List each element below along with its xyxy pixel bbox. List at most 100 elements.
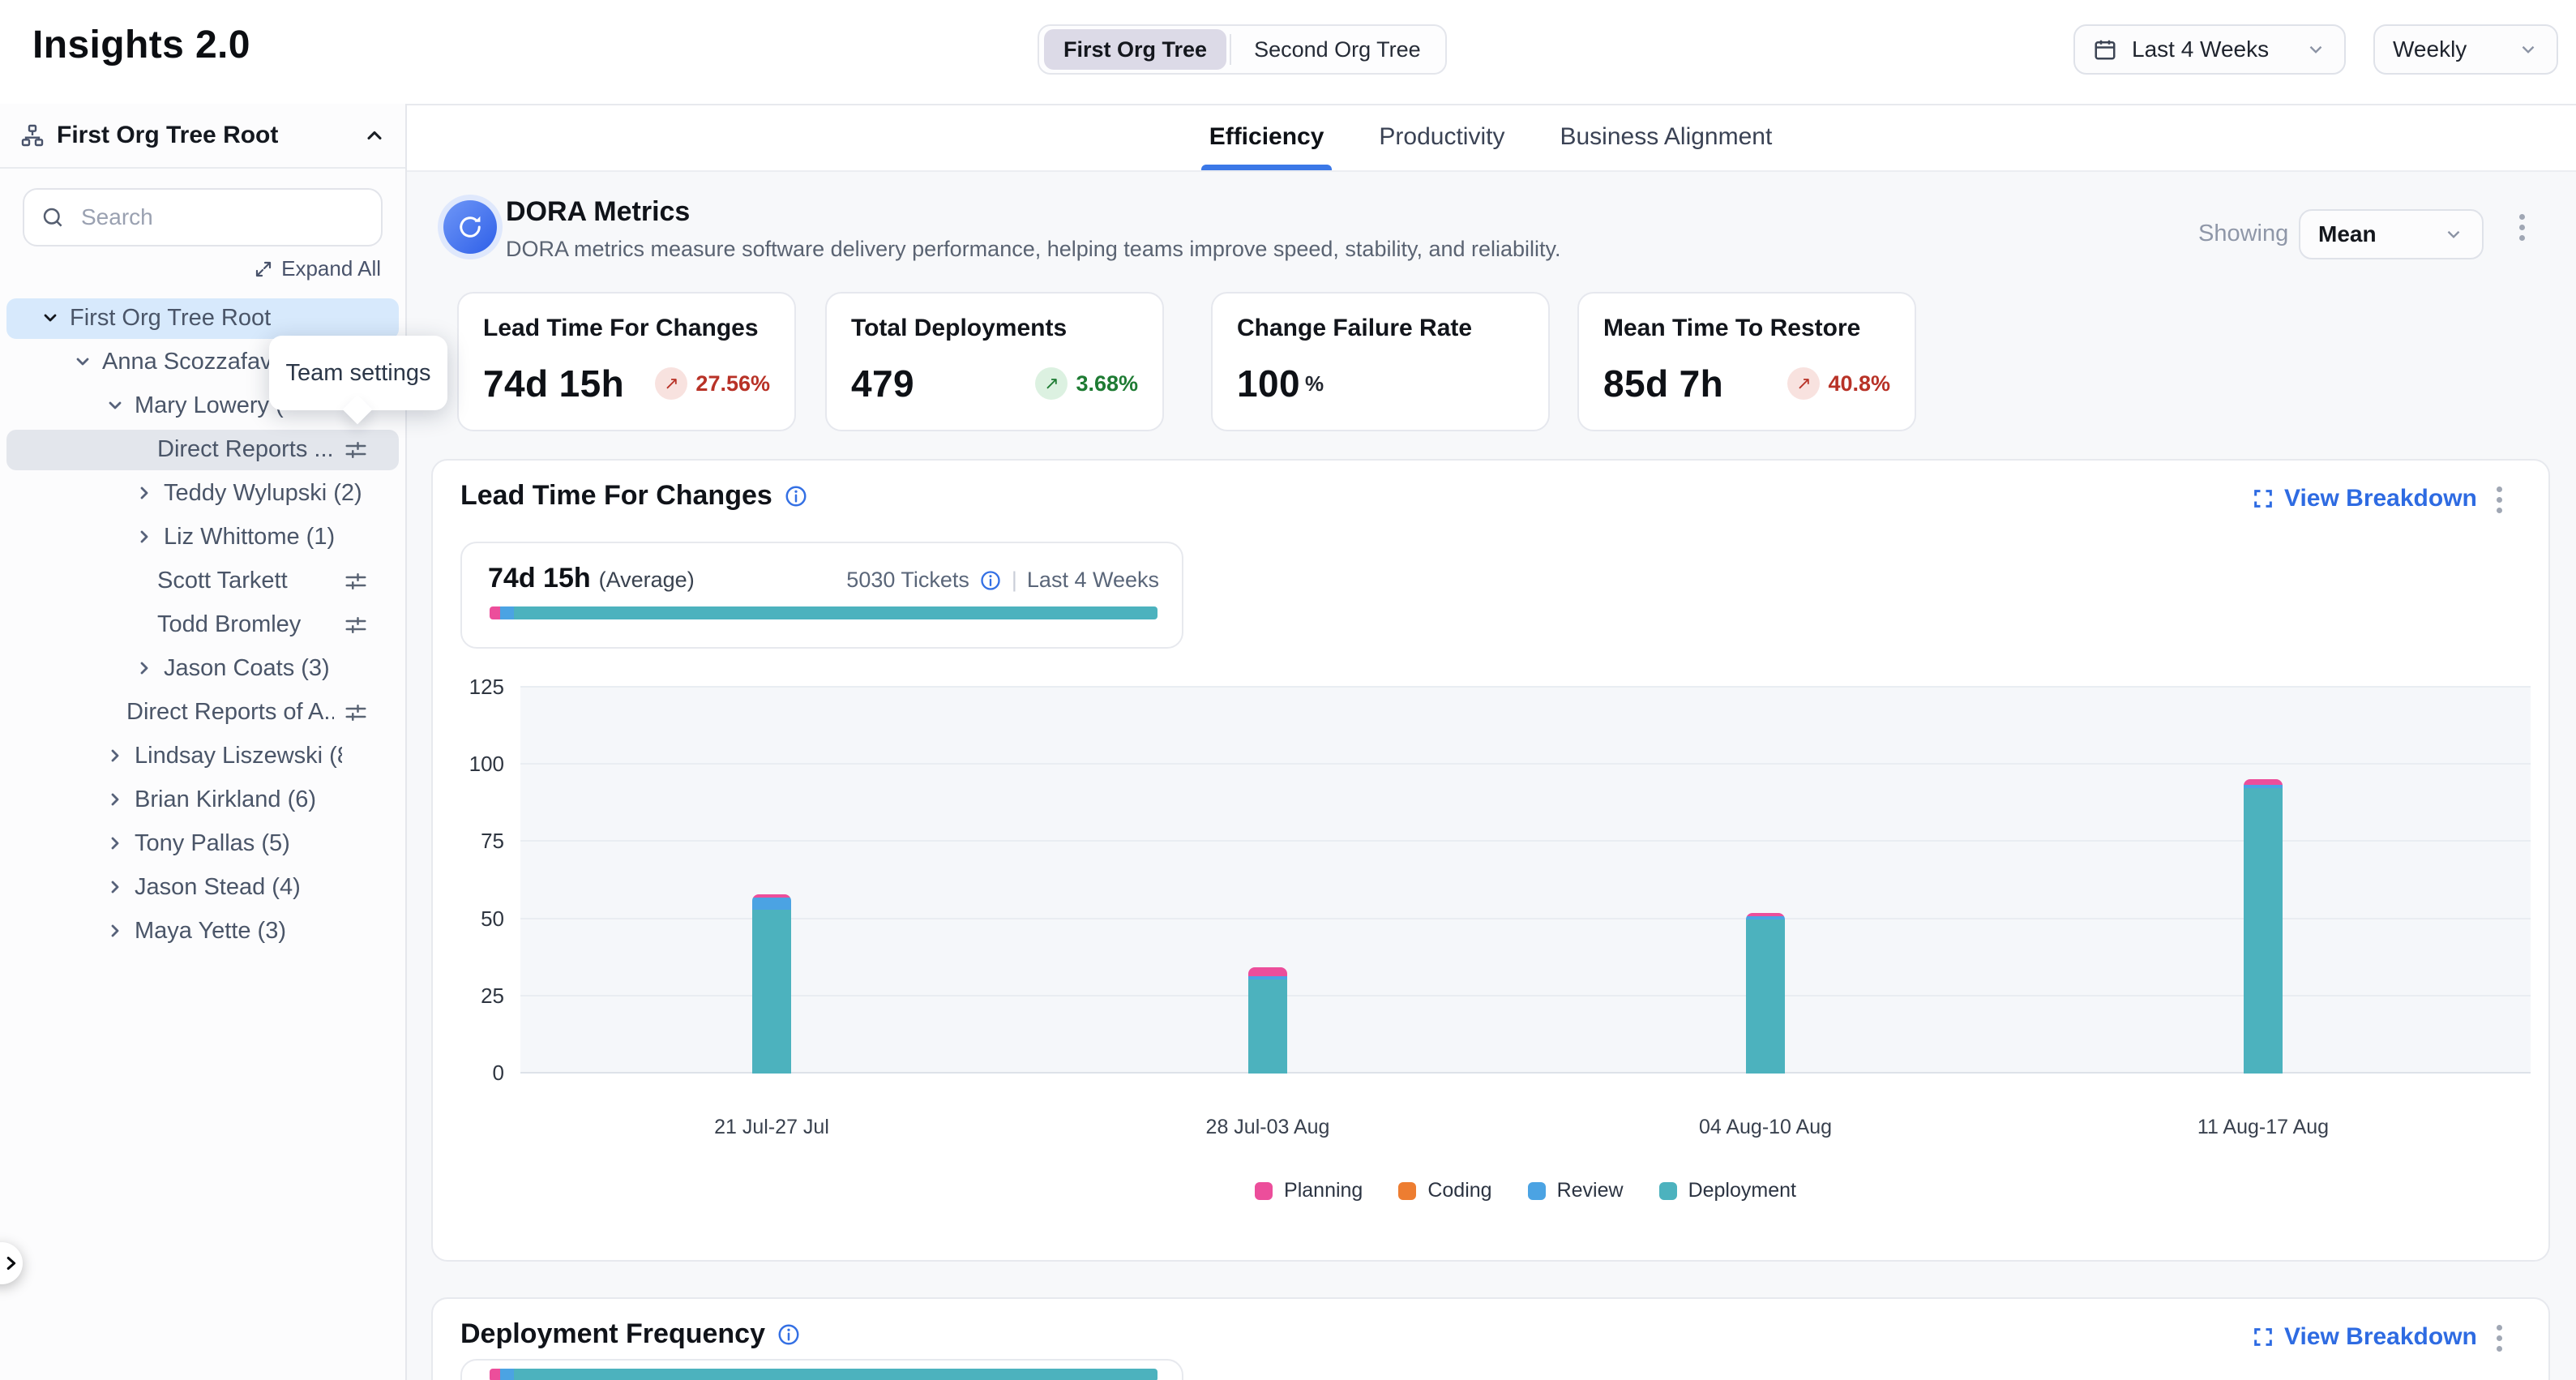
metric-title: Lead Time For Changes	[483, 315, 770, 342]
phase-progress-bar	[490, 1369, 1157, 1380]
deployment-kebab-menu-icon[interactable]	[2497, 1325, 2502, 1352]
team-settings-icon[interactable]	[344, 613, 368, 637]
tab-productivity[interactable]: Productivity	[1374, 104, 1509, 170]
tree-item[interactable]: Teddy Wylupski (2)	[0, 472, 405, 516]
tree-item-label: Tony Pallas (5)	[135, 830, 290, 857]
chevron-right-icon[interactable]	[135, 658, 154, 678]
x-axis-label: 04 Aug-10 Aug	[1660, 1116, 1871, 1139]
lead-time-summary-card: 74d 15h (Average) 5030 Tickets | Last 4 …	[460, 542, 1183, 649]
legend-item[interactable]: Coding	[1398, 1179, 1491, 1202]
chevron-down-icon[interactable]	[73, 352, 92, 371]
stacked-bar[interactable]	[1746, 913, 1785, 1074]
y-axis-tick-label: 75	[439, 829, 504, 854]
stacked-bar[interactable]	[752, 894, 791, 1074]
chevron-right-icon[interactable]	[105, 834, 125, 853]
showing-select-value: Mean	[2318, 221, 2428, 247]
tree-item[interactable]: Jason Coats (3)	[0, 647, 405, 691]
tree-item-label: Direct Reports of A...	[126, 699, 334, 726]
tree-item[interactable]: Scott Tarkett	[0, 559, 405, 603]
dora-kebab-menu-icon[interactable]	[2519, 214, 2525, 241]
x-axis-label: 11 Aug-17 Aug	[2158, 1116, 2368, 1139]
phase-segment-planning	[490, 606, 500, 619]
team-settings-icon[interactable]	[344, 438, 368, 462]
header-controls: Last 4 Weeks Weekly	[2073, 24, 2558, 75]
tree-item[interactable]: Lindsay Liszewski (8)	[0, 735, 405, 778]
period-select[interactable]: Last 4 Weeks	[2073, 24, 2346, 75]
tree-item[interactable]: Todd Bromley	[0, 603, 405, 647]
legend-item[interactable]: Deployment	[1659, 1179, 1796, 1202]
gridline	[520, 918, 2531, 919]
bar-segment-planning	[2244, 779, 2283, 785]
tree-item[interactable]: First Org Tree Root (1)	[0, 297, 405, 341]
legend-label: Review	[1557, 1179, 1624, 1202]
tree-item[interactable]: Direct Reports of A...	[0, 691, 405, 735]
sidebar-search	[23, 188, 383, 246]
lead-time-panel: Lead Time For Changes View Breakdown 74d…	[431, 459, 2550, 1262]
metric-title: Total Deployments	[851, 315, 1138, 342]
lead-time-kebab-menu-icon[interactable]	[2497, 486, 2502, 513]
dora-metrics-subtitle: DORA metrics measure software delivery p…	[506, 237, 1561, 262]
info-icon[interactable]	[979, 569, 1002, 592]
view-breakdown-button[interactable]: View Breakdown	[2252, 485, 2477, 512]
tree-item[interactable]: Tony Pallas (5)	[0, 822, 405, 866]
tree-item-label: First Org Tree Root (1)	[70, 305, 277, 332]
chevron-down-icon[interactable]	[41, 308, 60, 328]
gridline	[520, 1072, 2531, 1074]
view-breakdown-button[interactable]: View Breakdown	[2252, 1323, 2477, 1351]
granularity-select-value: Weekly	[2393, 36, 2503, 62]
stacked-bar[interactable]	[2244, 779, 2283, 1074]
phase-segment-deployment	[514, 606, 1157, 619]
chevron-right-icon[interactable]	[105, 921, 125, 941]
gridline	[520, 686, 2531, 688]
tab-efficiency[interactable]: Efficiency	[1205, 104, 1329, 170]
x-axis-label: 28 Jul-03 Aug	[1162, 1116, 1373, 1139]
tree-item-label: Scott Tarkett	[157, 568, 288, 594]
chevron-right-icon[interactable]	[105, 877, 125, 897]
page-title: Insights 2.0	[32, 23, 250, 67]
tree-item[interactable]: Maya Yette (3)	[0, 910, 405, 954]
chevron-up-icon[interactable]	[363, 124, 386, 147]
tree-item[interactable]: Brian Kirkland (6)	[0, 778, 405, 822]
chevron-down-icon[interactable]	[105, 396, 125, 415]
info-icon[interactable]	[784, 484, 808, 508]
tree-item-label: Mary Lowery (	[135, 392, 284, 419]
chevron-right-icon[interactable]	[135, 483, 154, 503]
legend-item[interactable]: Review	[1528, 1179, 1624, 1202]
chevron-right-icon[interactable]	[105, 746, 125, 765]
sidebar-title: First Org Tree Root	[57, 122, 352, 149]
showing-select[interactable]: Mean	[2299, 209, 2484, 259]
calendar-icon	[2093, 37, 2117, 62]
bar-segment-deployment	[2244, 788, 2283, 1074]
metric-card: Lead Time For Changes74d 15h↗27.56%	[457, 292, 796, 431]
team-settings-icon[interactable]	[344, 701, 368, 725]
divider: |	[1012, 568, 1017, 593]
chevron-right-icon[interactable]	[105, 790, 125, 809]
tree-item-label: Jason Stead (4)	[135, 874, 301, 901]
second-org-tree-toggle-button[interactable]: Second Org Tree	[1235, 29, 1440, 70]
granularity-select[interactable]: Weekly	[2373, 24, 2558, 75]
chevron-right-icon[interactable]	[135, 527, 154, 546]
trend-badge: ↗40.8%	[1787, 367, 1890, 400]
summary-period: Last 4 Weeks	[1027, 568, 1159, 593]
sidebar-header[interactable]: First Org Tree Root	[0, 104, 405, 169]
stacked-bar[interactable]	[1248, 967, 1287, 1074]
search-input[interactable]	[78, 203, 365, 232]
expand-diagonal-icon	[254, 259, 273, 279]
expand-all-button[interactable]: Expand All	[254, 256, 381, 281]
breakdown-expand-icon	[2252, 1326, 2274, 1348]
period-select-value: Last 4 Weeks	[2132, 36, 2291, 62]
info-icon[interactable]	[777, 1322, 801, 1347]
metric-card: Change Failure Rate100%	[1211, 292, 1550, 431]
first-org-tree-toggle-button[interactable]: First Org Tree	[1044, 29, 1226, 70]
team-settings-icon[interactable]	[344, 569, 368, 594]
tab-business-alignment[interactable]: Business Alignment	[1555, 104, 1777, 170]
trend-percent: 40.8%	[1828, 371, 1890, 396]
tree-item[interactable]: Jason Stead (4)	[0, 866, 405, 910]
team-settings-tooltip: Team settings	[269, 336, 447, 410]
gridline	[520, 995, 2531, 996]
deployment-frequency-title: Deployment Frequency	[460, 1318, 801, 1350]
tree-item-label: Brian Kirkland (6)	[135, 786, 316, 813]
tree-item[interactable]: Direct Reports ...	[0, 428, 405, 472]
tree-item[interactable]: Liz Whittome (1)	[0, 516, 405, 559]
legend-item[interactable]: Planning	[1255, 1179, 1363, 1202]
